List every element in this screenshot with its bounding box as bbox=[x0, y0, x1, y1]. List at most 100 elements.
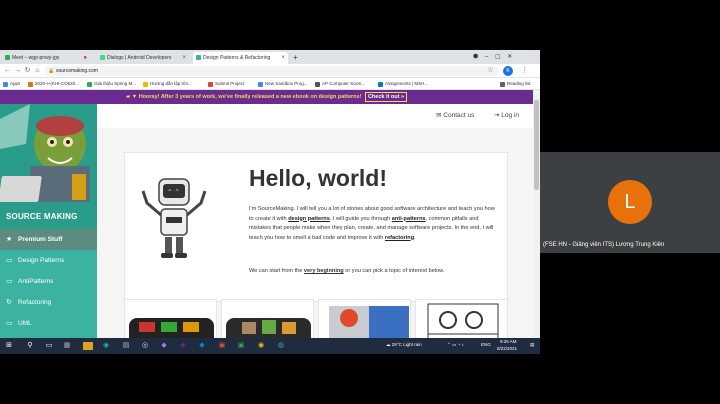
bookmark-item[interactable]: Submit Project bbox=[208, 78, 244, 90]
topic-card-image bbox=[329, 306, 409, 338]
new-tab-button[interactable]: + bbox=[290, 52, 302, 64]
bookmark-item[interactable]: Giải thiệu Spring M... bbox=[87, 78, 136, 90]
search-icon[interactable]: ⚲ bbox=[25, 341, 35, 351]
menu-icon[interactable]: ⋮ bbox=[520, 66, 529, 76]
forward-icon[interactable]: → bbox=[13, 66, 22, 76]
sidebar-item-refactoring[interactable]: ↻ Refactoring bbox=[0, 292, 97, 313]
hero-paragraph: I'm SourceMaking. I will tell you a lot … bbox=[249, 206, 495, 241]
topic-card[interactable] bbox=[415, 299, 508, 338]
anti-patterns-link[interactable]: anti-patterns bbox=[392, 216, 426, 222]
topic-card-image bbox=[129, 318, 214, 338]
bookmark-apps[interactable]: Apps bbox=[3, 78, 20, 90]
notification-icon[interactable]: ▤ bbox=[530, 342, 534, 348]
sidebar-item-premium-stuff[interactable]: ★ Premium Stuff bbox=[0, 229, 97, 250]
lock-icon: 🔒 bbox=[48, 68, 55, 74]
sidebar-item-uml[interactable]: ▭ UML bbox=[0, 313, 97, 334]
bookmark-star-icon[interactable]: ☆ bbox=[486, 66, 495, 76]
tab-label: Meet – wgp-pnwy-jgs bbox=[12, 55, 60, 61]
window-controls: ⬢ – ▢ ✕ bbox=[473, 53, 512, 60]
banner-text: Hooray! After 3 years of work, we've fin… bbox=[138, 94, 362, 100]
visual-studio-icon[interactable]: ◆ bbox=[159, 341, 169, 351]
very-beginning-link[interactable]: very beginning bbox=[304, 268, 344, 274]
check-it-out-button[interactable]: Check it out » bbox=[364, 92, 408, 102]
antipatterns-icon: ▭ bbox=[6, 278, 13, 285]
top-nav: ✉ Contact us ⇥ Log in bbox=[97, 104, 533, 128]
log-in-link[interactable]: ⇥ Log in bbox=[494, 111, 519, 119]
topic-card[interactable] bbox=[318, 299, 411, 338]
task-view-icon[interactable]: ▭ bbox=[44, 341, 54, 351]
app-icon[interactable]: ◎ bbox=[140, 341, 150, 351]
hero-paragraph-2: We can start from the very beginning or … bbox=[249, 268, 445, 274]
page-scrollbar[interactable] bbox=[533, 90, 540, 338]
bookmark-item[interactable]: New Sandbox Prog... bbox=[258, 78, 308, 90]
robot-illustration: ^ ^ bbox=[141, 178, 207, 258]
vscode-icon[interactable]: ◆ bbox=[197, 341, 207, 351]
taskbar: ⊞ ⚲ ▭ ▦ ◉ ▤ ◎ ◆ ◆ ◆ ▣ ▣ ◉ ◍ ☁ 29°C Light… bbox=[0, 338, 540, 354]
design-patterns-link[interactable]: design patterns bbox=[288, 216, 330, 222]
close-tab-icon[interactable]: × bbox=[182, 52, 186, 64]
page-content: SOURCE MAKING ★ Premium Stuff ▭ Design Pat… bbox=[0, 104, 533, 338]
flag-icon: ▰ ▼ bbox=[125, 94, 138, 100]
maximize-icon[interactable]: ▢ bbox=[495, 54, 501, 60]
minimize-icon[interactable]: – bbox=[485, 54, 488, 60]
address-bar[interactable]: 🔒 sourcemaking.com bbox=[44, 66, 499, 76]
topic-card[interactable] bbox=[221, 299, 314, 338]
tab-dialogs[interactable]: Dialogs | Android Developers × bbox=[97, 52, 189, 64]
scrollbar-thumb[interactable] bbox=[534, 100, 539, 190]
sourcemaking-logo[interactable]: SOURCE MAKING bbox=[0, 104, 97, 229]
topic-card-image bbox=[226, 318, 311, 338]
reload-icon[interactable]: ↻ bbox=[23, 66, 32, 76]
app-icon[interactable]: ▣ bbox=[217, 341, 227, 351]
contact-us-link[interactable]: ✉ Contact us bbox=[436, 111, 474, 119]
bookmark-item[interactable]: AP Computer Scien... bbox=[315, 78, 365, 90]
login-icon: ⇥ bbox=[494, 112, 500, 119]
tab-meet[interactable]: Meet – wgp-pnwy-jgs ● bbox=[2, 52, 90, 64]
app-icon[interactable]: ▤ bbox=[121, 341, 131, 351]
recording-dot-icon: ● bbox=[83, 55, 87, 61]
tab-bar: Meet – wgp-pnwy-jgs ● Dialogs | Android … bbox=[0, 50, 540, 64]
weather-widget[interactable]: ☁ 29°C Light rain bbox=[386, 342, 422, 348]
svg-text:^ ^: ^ ^ bbox=[168, 189, 179, 196]
close-tab-icon[interactable]: × bbox=[281, 52, 285, 64]
home-icon[interactable]: ⌂ bbox=[33, 66, 42, 76]
chrome-icon[interactable]: ◉ bbox=[256, 341, 266, 351]
reading-list[interactable]: Reading list bbox=[500, 78, 531, 90]
clock-time[interactable]: 9:26 AM bbox=[500, 339, 517, 344]
extension-icon[interactable]: ⬢ bbox=[473, 54, 478, 60]
star-icon: ★ bbox=[6, 236, 13, 243]
participant-avatar: L bbox=[608, 180, 652, 224]
tab-label: Dialogs | Android Developers bbox=[107, 55, 172, 61]
participant-name: (FSE HN - Giảng viên ITS) Lương Trung Ki… bbox=[543, 242, 665, 248]
sidebar-item-antipatterns[interactable]: ▭ AntiPatterns bbox=[0, 271, 97, 292]
tab-design-patterns[interactable]: Design Patterns & Refactoring × bbox=[193, 52, 288, 64]
android-icon bbox=[100, 55, 105, 60]
topic-card-image bbox=[427, 303, 499, 338]
hero-title: Hello, world! bbox=[249, 165, 387, 191]
profile-avatar[interactable]: K bbox=[503, 66, 513, 76]
back-icon[interactable]: ← bbox=[3, 66, 12, 76]
edge-icon[interactable]: ◍ bbox=[276, 341, 286, 351]
visual-studio-icon[interactable]: ◆ bbox=[178, 341, 188, 351]
windows-start-icon[interactable]: ⊞ bbox=[4, 341, 14, 351]
app-icon[interactable]: ▣ bbox=[236, 341, 246, 351]
bookmark-item[interactable]: Hướng dẫn lập trìn... bbox=[143, 78, 192, 90]
file-explorer-icon[interactable] bbox=[83, 342, 93, 350]
bookmark-item[interactable]: Assignments | MSH... bbox=[378, 78, 428, 90]
close-window-icon[interactable]: ✕ bbox=[507, 54, 512, 60]
widgets-icon[interactable]: ▦ bbox=[62, 341, 72, 351]
refactoring-icon: ↻ bbox=[6, 299, 12, 306]
uml-icon: ▭ bbox=[6, 320, 13, 327]
sidebar-item-design-patterns[interactable]: ▭ Design Patterns bbox=[0, 250, 97, 271]
browser-app-icon[interactable]: ◉ bbox=[101, 341, 111, 351]
language-indicator[interactable]: ENG bbox=[481, 342, 491, 347]
refactoring-link[interactable]: refactoring bbox=[385, 235, 414, 241]
bookmarks-bar: Apps 2020-I+(KHI-CO520... Giải thiệu Spr… bbox=[0, 78, 540, 90]
tray-icons[interactable]: ⌃ ▭ ◔ ♪ bbox=[447, 342, 464, 348]
logo-text: SOURCE MAKING bbox=[6, 212, 78, 221]
meet-icon bbox=[5, 55, 10, 60]
topic-card[interactable] bbox=[124, 299, 217, 338]
tab-label: Design Patterns & Refactoring bbox=[203, 55, 271, 61]
clock-date[interactable]: 8/22/2021 bbox=[497, 346, 517, 351]
url-text: sourcemaking.com bbox=[56, 68, 98, 74]
bookmark-item[interactable]: 2020-I+(KHI-CO520... bbox=[28, 78, 79, 90]
